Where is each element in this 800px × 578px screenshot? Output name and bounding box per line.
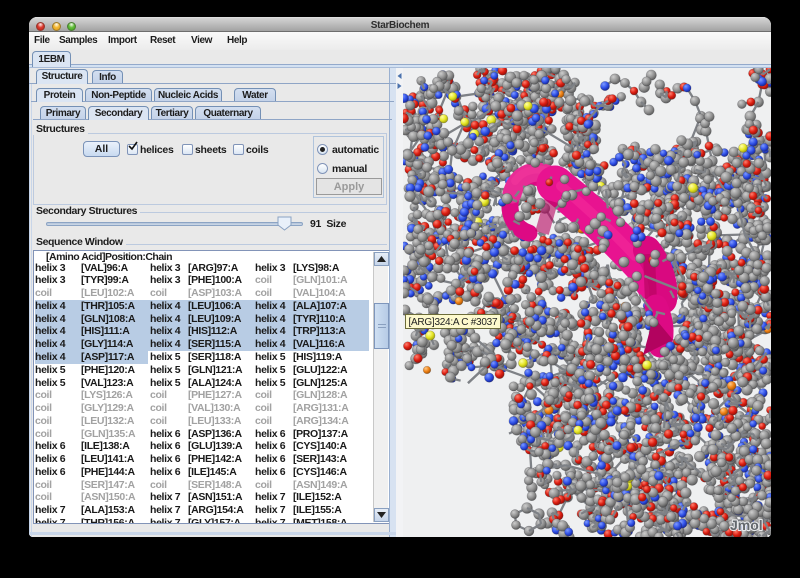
svg-text:Jmol: Jmol: [730, 517, 763, 533]
svg-text:[ARG]324:A C #3037: [ARG]324:A C #3037: [409, 317, 498, 328]
